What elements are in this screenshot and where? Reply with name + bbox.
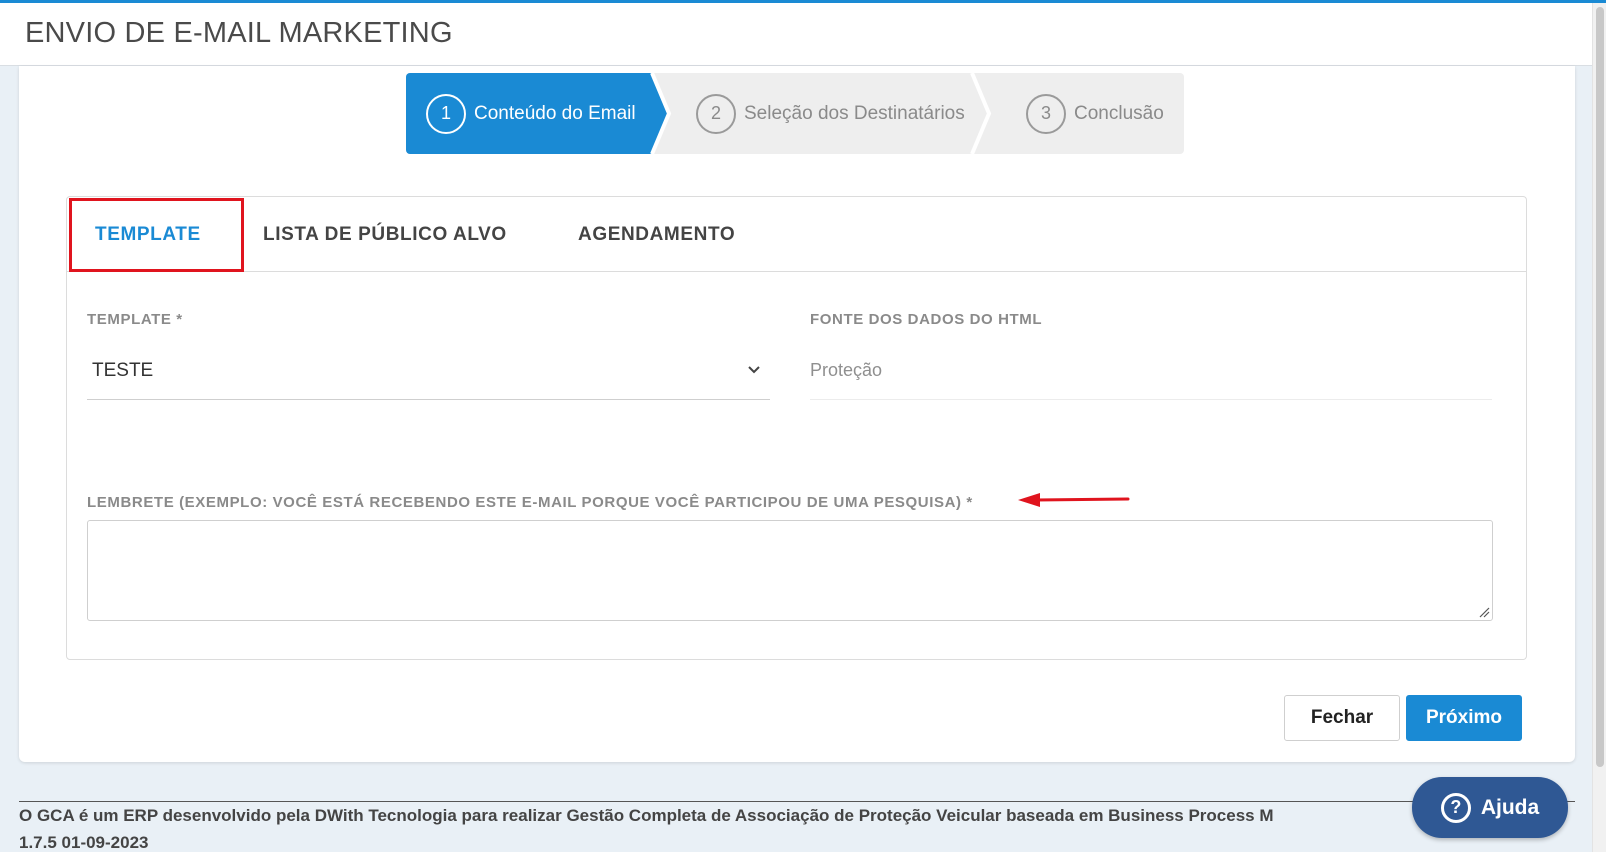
question-icon: ? — [1440, 792, 1471, 823]
fonte-label: FONTE DOS DADOS DO HTML — [810, 311, 1043, 328]
vertical-scrollbar[interactable] — [1592, 3, 1606, 852]
footer-divider — [19, 801, 1575, 802]
help-button[interactable]: ? Ajuda — [1412, 777, 1568, 838]
wizard-steps: 1 Conteúdo do Email 2 Seleção dos Destin… — [406, 73, 1184, 154]
step-label: Conclusão — [1074, 102, 1164, 124]
chevron-down-icon — [748, 366, 760, 374]
scrollbar-thumb[interactable] — [1596, 7, 1604, 767]
resize-grip-icon[interactable] — [1478, 606, 1490, 618]
lembrete-label: LEMBRETE (EXEMPLO: VOCÊ ESTÁ RECEBENDO E… — [87, 494, 973, 511]
tab-bar: TEMPLATE LISTA DE PÚBLICO ALVO AGENDAMEN… — [67, 197, 1526, 272]
step-number: 1 — [426, 93, 466, 134]
tab-lista-publico-alvo[interactable]: LISTA DE PÚBLICO ALVO — [263, 197, 507, 272]
template-select[interactable]: TESTE — [87, 344, 770, 400]
page-header: ENVIO DE E-MAIL MARKETING — [0, 3, 1592, 66]
step-label: Seleção dos Destinatários — [744, 102, 965, 124]
tab-template[interactable]: TEMPLATE — [95, 197, 201, 272]
template-label: TEMPLATE * — [87, 311, 183, 328]
step-number: 3 — [1026, 93, 1066, 134]
wizard-step-conteudo[interactable]: 1 Conteúdo do Email — [426, 73, 636, 154]
proximo-button[interactable]: Próximo — [1406, 695, 1522, 741]
annotation-arrow-icon — [1018, 493, 1130, 507]
fonte-value: Proteção — [810, 360, 883, 380]
help-label: Ajuda — [1480, 795, 1540, 819]
footer-description: O GCA é um ERP desenvolvido pela DWith T… — [19, 806, 1274, 825]
fechar-button[interactable]: Fechar — [1284, 695, 1400, 741]
page-title: ENVIO DE E-MAIL MARKETING — [25, 17, 453, 49]
lembrete-textarea[interactable] — [87, 520, 1493, 621]
step-label: Conteúdo do Email — [474, 102, 636, 124]
tab-agendamento[interactable]: AGENDAMENTO — [578, 197, 735, 272]
wizard-step-destinatarios[interactable]: 2 Seleção dos Destinatários — [696, 73, 965, 154]
template-selected-value: TESTE — [92, 360, 154, 381]
wizard-step-conclusao[interactable]: 3 Conclusão — [1026, 73, 1164, 154]
fonte-field: Proteção — [810, 344, 1492, 400]
step-number: 2 — [696, 93, 736, 134]
footer-version: 1.7.5 01-09-2023 — [19, 833, 149, 852]
